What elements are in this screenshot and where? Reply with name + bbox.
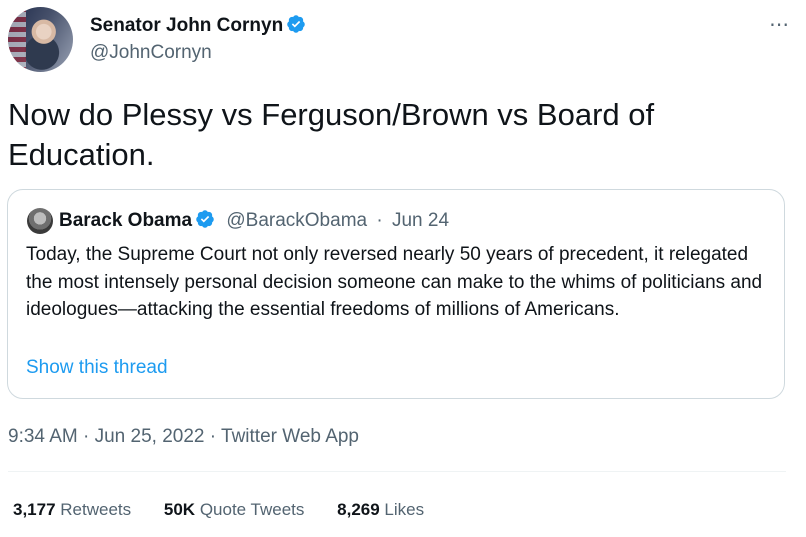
likes-label: Likes <box>384 500 424 519</box>
show-thread-link[interactable]: Show this thread <box>26 357 168 379</box>
author-handle[interactable]: @JohnCornyn <box>90 41 212 65</box>
quoted-author-avatar[interactable] <box>27 208 53 234</box>
quoted-tweet-text: Today, the Supreme Court not only revers… <box>26 241 766 324</box>
flag-background <box>8 7 26 72</box>
tweet-text: Now do Plessy vs Ferguson/Brown vs Board… <box>8 95 788 175</box>
retweets-label: Retweets <box>60 500 131 519</box>
retweets-count: 3,177 <box>13 500 56 519</box>
retweets-stat[interactable]: 3,177 Retweets <box>13 499 131 521</box>
quoted-date[interactable]: Jun 24 <box>392 210 449 231</box>
verified-badge-icon <box>286 14 306 34</box>
quoted-author-name[interactable]: Barack Obama <box>59 210 192 231</box>
verified-badge-icon <box>195 209 215 229</box>
engagement-stats: 3,177 Retweets 50K Quote Tweets 8,269 Li… <box>13 499 452 521</box>
tweet-timestamp[interactable]: 9:34 AM · Jun 25, 2022 · Twitter Web App <box>8 425 359 449</box>
quoted-tweet-header: Barack Obama @BarackObama · Jun 24 <box>59 209 449 233</box>
quoted-author-handle[interactable]: @BarackObama <box>226 210 367 231</box>
author-name-row[interactable]: Senator John Cornyn <box>90 14 306 38</box>
more-options-icon[interactable]: ⋯ <box>769 12 790 37</box>
author-name[interactable]: Senator John Cornyn <box>90 15 283 36</box>
quote-tweets-count: 50K <box>164 500 195 519</box>
quote-tweets-stat[interactable]: 50K Quote Tweets <box>164 499 305 521</box>
quote-tweets-label: Quote Tweets <box>200 500 305 519</box>
quoted-separator: · <box>376 210 382 231</box>
author-avatar[interactable] <box>8 7 73 72</box>
likes-count: 8,269 <box>337 500 380 519</box>
likes-stat[interactable]: 8,269 Likes <box>337 499 424 521</box>
quoted-tweet-card[interactable]: Barack Obama @BarackObama · Jun 24 Today… <box>7 189 785 399</box>
divider <box>8 471 786 472</box>
